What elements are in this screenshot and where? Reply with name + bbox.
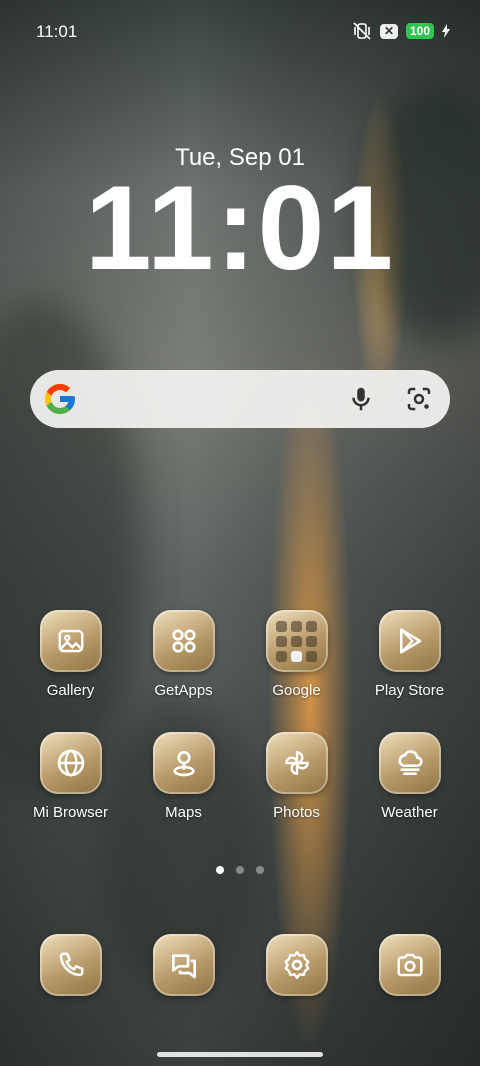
page-dot-1[interactable] [216,866,224,874]
app-label: Maps [165,804,202,821]
charging-icon [442,24,450,38]
status-icons: ✕ 100 [352,22,450,40]
close-notification-icon: ✕ [379,23,398,39]
battery-level: 100 [405,23,434,39]
dock-phone[interactable] [14,934,127,996]
folder-icon [265,610,328,672]
dock-messages[interactable] [127,934,240,996]
status-time: 11:01 [36,22,78,41]
app-getapps[interactable]: GetApps [127,610,240,699]
camera-icon [378,934,441,996]
lock-clock: 11:01 [84,161,396,295]
getapps-icon [152,610,215,672]
app-label: GetApps [154,682,213,699]
status-bar: 11:01 ✕ 100 [0,0,480,62]
page-indicator[interactable] [0,866,480,874]
app-label: Google [272,682,321,699]
messages-icon [152,934,215,996]
app-maps[interactable]: Maps [127,732,240,821]
app-label: Weather [381,804,438,821]
app-photos[interactable]: Photos [240,732,353,821]
app-google-folder[interactable]: Google [240,610,353,699]
globe-icon [39,732,102,794]
microphone-icon[interactable] [346,384,376,419]
vibrate-off-icon [352,22,372,40]
google-search-bar[interactable] [30,370,450,428]
pinwheel-icon [265,732,328,794]
app-weather[interactable]: Weather [353,732,466,821]
app-label: Mi Browser [32,804,108,821]
app-gallery[interactable]: Gallery [14,610,127,699]
page-dot-2[interactable] [236,866,244,874]
settings-icon [265,934,328,996]
app-label: Photos [273,804,320,821]
page-dot-3[interactable] [256,866,264,874]
app-label: Play Store [374,682,445,699]
google-lens-icon[interactable] [404,384,434,419]
home-indicator[interactable] [157,1052,323,1057]
gallery-icon [39,610,102,672]
app-mi-browser[interactable]: Mi Browser [14,732,127,821]
dock-settings[interactable] [240,934,353,996]
cloud-fog-icon [378,732,441,794]
map-pin-icon [152,732,215,794]
app-label: Gallery [46,682,95,699]
phone-icon [39,934,102,996]
app-play-store[interactable]: Play Store [353,610,466,699]
google-logo-icon [42,381,78,422]
dock-camera[interactable] [353,934,466,996]
play-store-icon [378,610,441,672]
